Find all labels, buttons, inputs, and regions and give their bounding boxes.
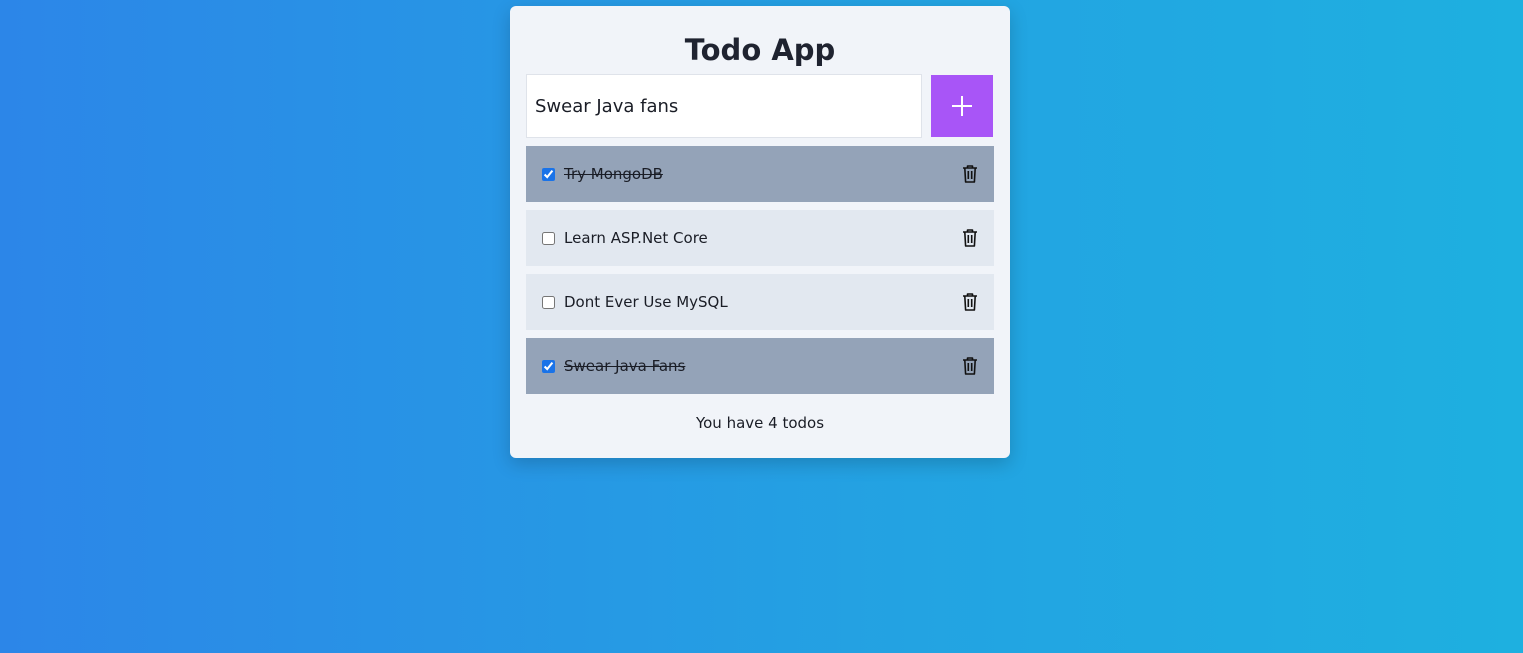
todo-label: Swear Java Fans (564, 357, 686, 375)
todo-checkbox[interactable] (542, 167, 555, 181)
plus-icon (952, 96, 972, 116)
todo-item: Try MongoDB (526, 146, 994, 202)
todo-label: Try MongoDB (564, 165, 663, 183)
todo-item: Learn ASP.Net Core (526, 210, 994, 266)
trash-icon (963, 229, 977, 247)
delete-button[interactable] (960, 291, 980, 313)
new-todo-input[interactable] (526, 74, 922, 138)
delete-button[interactable] (960, 227, 980, 249)
trash-icon (963, 165, 977, 183)
todo-list: Try MongoDB Learn ASP.Net Core Dont Ever… (526, 146, 994, 402)
delete-button[interactable] (960, 163, 980, 185)
todo-label: Dont Ever Use MySQL (564, 293, 728, 311)
todo-card: Todo App Try MongoDB Learn ASP.Net Core (510, 6, 1010, 458)
trash-icon (963, 357, 977, 375)
todo-checkbox[interactable] (542, 295, 555, 309)
app-title: Todo App (684, 33, 836, 67)
trash-icon (963, 293, 977, 311)
todo-item: Dont Ever Use MySQL (526, 274, 994, 330)
new-todo-row (526, 74, 994, 138)
todo-label: Learn ASP.Net Core (564, 229, 708, 247)
add-todo-button[interactable] (931, 75, 993, 137)
todo-checkbox[interactable] (542, 231, 555, 245)
todo-item: Swear Java Fans (526, 338, 994, 394)
todo-checkbox[interactable] (542, 359, 555, 373)
delete-button[interactable] (960, 355, 980, 377)
todo-count: You have 4 todos (695, 414, 825, 432)
